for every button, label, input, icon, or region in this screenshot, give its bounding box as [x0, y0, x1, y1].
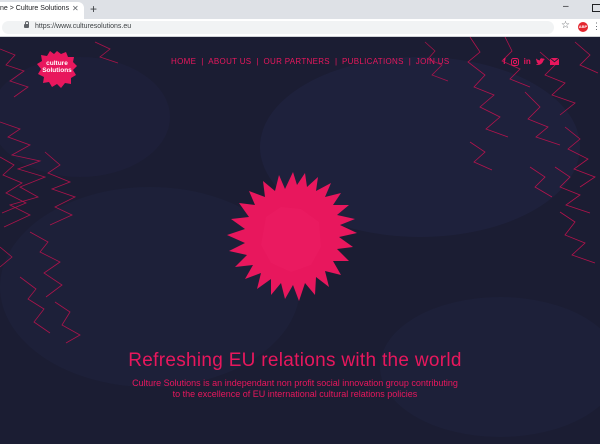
nav-home[interactable]: HOME [171, 57, 196, 66]
nav-separator: | [201, 57, 204, 66]
facebook-icon[interactable]: f [503, 57, 506, 66]
linkedin-icon[interactable]: in [524, 57, 531, 66]
maximize-icon[interactable] [592, 4, 600, 12]
hero-description: Culture Solutions is an independant non … [0, 378, 590, 400]
tab-title: ne > Culture Solutions [0, 5, 70, 12]
nav-our-partners[interactable]: OUR PARTNERS [264, 57, 330, 66]
minimize-icon[interactable]: – [563, 1, 569, 12]
adblock-extension-icon[interactable]: ABP [578, 22, 588, 32]
social-links: f in [503, 57, 559, 66]
logo-line-solutions: Solutions [42, 67, 72, 74]
mail-icon[interactable] [549, 58, 559, 65]
nav-publications[interactable]: PUBLICATIONS [342, 57, 404, 66]
new-tab-button[interactable]: + [90, 2, 97, 16]
tab-close-icon[interactable]: ✕ [72, 4, 79, 13]
nav-separator: | [408, 57, 411, 66]
hero-description-line-1: Culture Solutions is an independant non … [132, 378, 458, 388]
website-page: culture Solutions HOME | ABOUT US | OUR … [0, 37, 600, 444]
hero-headline: Refreshing EU relations with the world [128, 350, 462, 371]
nav-separator: | [334, 57, 338, 66]
main-navigation: HOME | ABOUT US | OUR PARTNERS | PUBLICA… [171, 57, 449, 66]
bookmark-star-icon[interactable]: ☆ [561, 20, 570, 31]
nav-join-us[interactable]: JOIN US [416, 57, 450, 66]
browser-tab[interactable]: ne > Culture Solutions ✕ [0, 2, 84, 19]
browser-menu-icon[interactable]: ⋮ [592, 21, 600, 31]
url-text[interactable]: https://www.culturesolutions.eu [35, 23, 131, 30]
paint-splash-graphic [227, 172, 357, 301]
logo-text: culture Solutions [37, 60, 77, 74]
culture-solutions-logo[interactable]: culture Solutions [37, 50, 77, 88]
tab-strip: ne > Culture Solutions ✕ + – [0, 0, 600, 19]
nav-about-us[interactable]: ABOUT US [208, 57, 251, 66]
address-bar[interactable]: https://www.culturesolutions.eu [2, 21, 554, 34]
hero-description-line-2: to the excellence of EU international cu… [172, 389, 418, 399]
logo-line-culture: culture [46, 60, 68, 67]
lock-icon[interactable] [24, 21, 29, 28]
browser-toolbar: https://www.culturesolutions.eu ☆ ABP ⋮ [0, 19, 600, 37]
nav-separator: | [256, 57, 259, 66]
instagram-icon[interactable] [510, 57, 519, 66]
twitter-icon[interactable] [535, 57, 545, 66]
